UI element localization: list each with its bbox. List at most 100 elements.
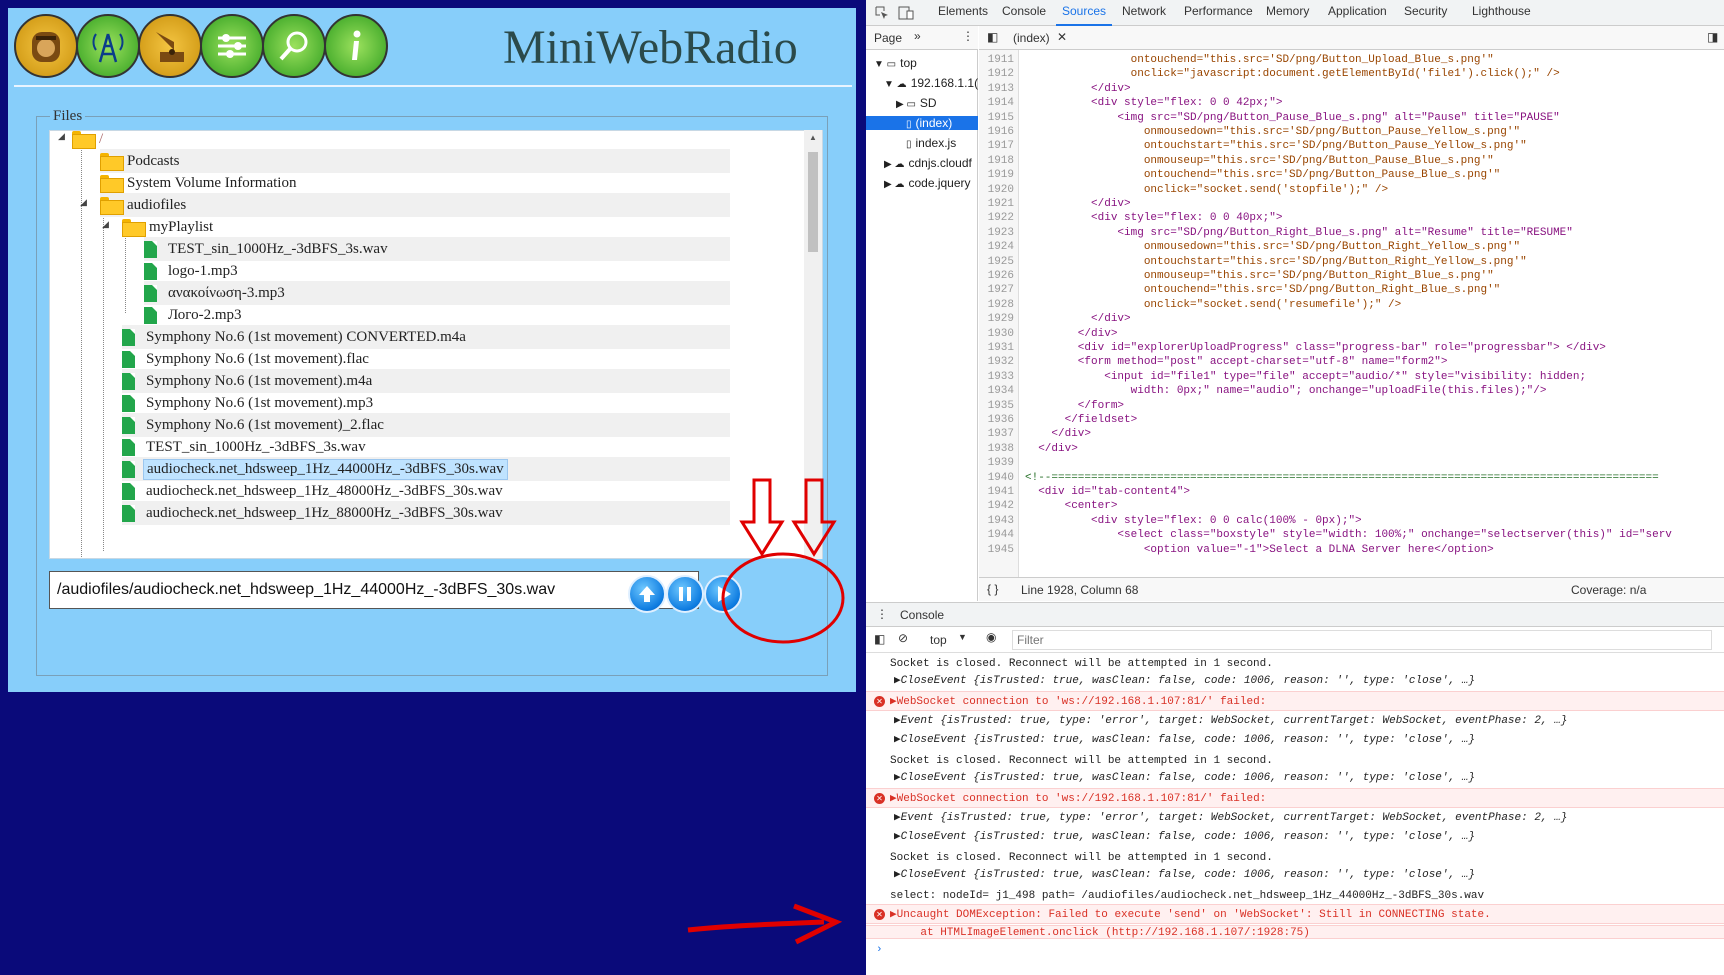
- console-message[interactable]: ▶CloseEvent {isTrusted: true, wasClean: …: [866, 828, 1724, 846]
- inspect-element-icon[interactable]: [874, 5, 890, 21]
- scroll-thumb[interactable]: [808, 152, 818, 252]
- tree-row[interactable]: audiocheck.net_hdsweep_1Hz_88000Hz_-3dBF…: [122, 501, 730, 525]
- devtools-tab-application[interactable]: Application: [1328, 4, 1387, 18]
- code-line[interactable]: <img src="SD/png/Button_Right_Blue_s.png…: [1025, 227, 1572, 239]
- code-line[interactable]: <option value="-1">Select a DLNA Server …: [1025, 544, 1494, 556]
- line-number[interactable]: 1941: [988, 486, 1014, 498]
- line-number[interactable]: 1924: [988, 241, 1014, 253]
- console-message[interactable]: ▶CloseEvent {isTrusted: true, wasClean: …: [866, 672, 1724, 690]
- tree-row[interactable]: Podcasts: [100, 149, 730, 173]
- equalizer-nav-button[interactable]: [200, 14, 264, 78]
- line-number[interactable]: 1925: [988, 256, 1014, 268]
- info-nav-button[interactable]: [324, 14, 388, 78]
- line-number[interactable]: 1915: [988, 112, 1014, 124]
- line-number[interactable]: 1921: [988, 198, 1014, 210]
- code-line[interactable]: ontouchend="this.src='SD/png/Button_Righ…: [1025, 284, 1500, 296]
- tree-row[interactable]: audiocheck.net_hdsweep_1Hz_44000Hz_-3dBF…: [122, 457, 730, 481]
- upload-button[interactable]: [628, 575, 666, 613]
- line-number[interactable]: 1926: [988, 270, 1014, 282]
- line-number[interactable]: 1914: [988, 97, 1014, 109]
- devtools-tab-console[interactable]: Console: [1002, 4, 1046, 18]
- tree-row[interactable]: System Volume Information: [100, 171, 730, 195]
- console-message[interactable]: Socket is closed. Reconnect will be atte…: [866, 657, 1724, 671]
- tree-row[interactable]: audiocheck.net_hdsweep_1Hz_48000Hz_-3dBF…: [122, 479, 730, 503]
- line-number[interactable]: 1933: [988, 371, 1014, 383]
- code-line[interactable]: onmouseup="this.src='SD/png/Button_Pause…: [1025, 155, 1494, 167]
- tree-row[interactable]: Symphony No.6 (1st movement)_2.flac: [122, 413, 730, 437]
- devtools-tab-memory[interactable]: Memory: [1266, 4, 1309, 18]
- console-error-message[interactable]: ✕ ▶WebSocket connection to 'ws://192.168.…: [866, 691, 1724, 711]
- tree-row[interactable]: Лого-2.mp3: [144, 303, 730, 327]
- line-number[interactable]: 1940: [988, 472, 1014, 484]
- tree-row[interactable]: /: [72, 131, 732, 151]
- tree-row[interactable]: TEST_sin_1000Hz_-3dBFS_3s.wav: [144, 237, 730, 261]
- code-line[interactable]: <div id="tab-content4">: [1025, 486, 1190, 498]
- code-line[interactable]: <div id="explorerUploadProgress" class="…: [1025, 342, 1606, 354]
- nav-file-indexjs[interactable]: ▯ index.js: [906, 136, 978, 150]
- nav-cdnjs[interactable]: ▶ ☁ cdnjs.cloudf: [884, 156, 978, 170]
- line-number[interactable]: 1936: [988, 414, 1014, 426]
- line-number[interactable]: 1935: [988, 400, 1014, 412]
- console-message[interactable]: ▶Event {isTrusted: true, type: 'error', …: [866, 712, 1724, 730]
- selected-path-input[interactable]: [49, 571, 699, 609]
- line-number[interactable]: 1945: [988, 544, 1014, 556]
- line-number[interactable]: 1922: [988, 212, 1014, 224]
- kebab-menu-icon[interactable]: ⋮: [962, 29, 974, 43]
- nav-host[interactable]: ▼ ☁ 192.168.1.1(: [884, 76, 978, 90]
- code-line[interactable]: </div>: [1025, 328, 1118, 340]
- line-number[interactable]: 1942: [988, 500, 1014, 512]
- code-line[interactable]: onclick="socket.send('resumefile');" />: [1025, 299, 1401, 311]
- console-filter-input[interactable]: [1012, 630, 1712, 650]
- code-line[interactable]: onclick="javascript:document.getElementB…: [1025, 68, 1560, 80]
- code-line[interactable]: onmousedown="this.src='SD/png/Button_Rig…: [1025, 241, 1520, 253]
- tree-row[interactable]: Symphony No.6 (1st movement) CONVERTED.m…: [122, 325, 730, 349]
- code-line[interactable]: <div style="flex: 0 0 42px;">: [1025, 97, 1282, 109]
- radio-nav-button[interactable]: [14, 14, 78, 78]
- line-number[interactable]: 1920: [988, 184, 1014, 196]
- pause-button[interactable]: [666, 575, 704, 613]
- more-tabs-icon[interactable]: »: [914, 29, 921, 43]
- sidebar-toggle-icon[interactable]: ◧: [874, 632, 885, 646]
- code-line[interactable]: ontouchend="this.src='SD/png/Button_Paus…: [1025, 169, 1500, 181]
- code-line[interactable]: <form method="post" accept-charset="utf-…: [1025, 356, 1448, 368]
- gramophone-nav-button[interactable]: [138, 14, 202, 78]
- code-line[interactable]: </div>: [1025, 313, 1131, 325]
- eye-icon[interactable]: ◉: [986, 630, 996, 644]
- code-line[interactable]: </fieldset>: [1025, 414, 1138, 426]
- drawer-menu-icon[interactable]: ⋮: [876, 607, 888, 621]
- code-line[interactable]: </div>: [1025, 198, 1131, 210]
- editor-tab-index[interactable]: (index): [1013, 31, 1050, 45]
- tree-row[interactable]: Symphony No.6 (1st movement).flac: [122, 347, 730, 371]
- code-line[interactable]: onmouseup="this.src='SD/png/Button_Right…: [1025, 270, 1494, 282]
- tree-row[interactable]: audiofiles: [100, 193, 730, 217]
- console-message[interactable]: Socket is closed. Reconnect will be atte…: [866, 754, 1724, 768]
- line-number[interactable]: 1913: [988, 83, 1014, 95]
- code-line[interactable]: <!--====================================…: [1025, 472, 1659, 484]
- console-prompt[interactable]: ›: [866, 944, 1724, 956]
- code-line[interactable]: </div>: [1025, 443, 1078, 455]
- code-line[interactable]: <center>: [1025, 500, 1118, 512]
- search-nav-button[interactable]: [262, 14, 326, 78]
- clear-console-icon[interactable]: ⊘: [898, 631, 908, 645]
- tree-row[interactable]: ανακοίνωση-3.mp3: [144, 281, 730, 305]
- nav-top[interactable]: ▼ ▭ top: [874, 56, 978, 70]
- line-number[interactable]: 1911: [988, 54, 1014, 66]
- devtools-tab-elements[interactable]: Elements: [938, 4, 988, 18]
- nav-file-index[interactable]: ▯ (index): [866, 116, 978, 130]
- code-line[interactable]: <div style="flex: 0 0 calc(100% - 0px);"…: [1025, 515, 1362, 527]
- nav-jquery[interactable]: ▶ ☁ code.jquery: [884, 176, 978, 190]
- code-line[interactable]: onmousedown="this.src='SD/png/Button_Pau…: [1025, 126, 1520, 138]
- tree-row[interactable]: logo-1.mp3: [144, 259, 730, 283]
- code-line[interactable]: <img src="SD/png/Button_Pause_Blue_s.png…: [1025, 112, 1559, 124]
- close-tab-icon[interactable]: ✕: [1057, 30, 1067, 44]
- console-message[interactable]: Socket is closed. Reconnect will be atte…: [866, 851, 1724, 865]
- line-number[interactable]: 1918: [988, 155, 1014, 167]
- console-error-message[interactable]: ✕ ▶WebSocket connection to 'ws://192.168.…: [866, 788, 1724, 808]
- console-message[interactable]: ▶Event {isTrusted: true, type: 'error', …: [866, 809, 1724, 827]
- tree-row[interactable]: TEST_sin_1000Hz_-3dBFS_3s.wav: [122, 435, 730, 459]
- devtools-tab-performance[interactable]: Performance: [1184, 4, 1253, 18]
- line-number[interactable]: 1939: [988, 457, 1014, 469]
- console-message[interactable]: select: nodeId= j1_498 path= /audiofiles…: [866, 889, 1724, 903]
- line-number[interactable]: 1916: [988, 126, 1014, 138]
- console-message[interactable]: ▶CloseEvent {isTrusted: true, wasClean: …: [866, 866, 1724, 884]
